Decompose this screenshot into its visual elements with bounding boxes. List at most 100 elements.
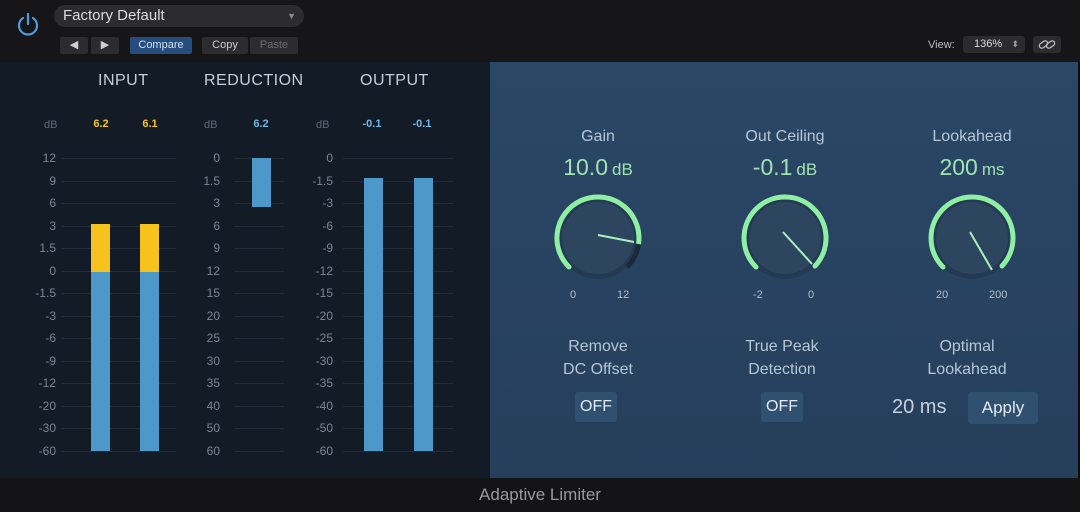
preset-dropdown[interactable]: Factory Default ▼ xyxy=(54,5,304,27)
reduction-peak[interactable]: 6.2 xyxy=(246,118,276,130)
reduction-scale-tick: 3 xyxy=(213,196,220,210)
output-db-unit: dB xyxy=(316,119,330,131)
optimal-label-1: Optimal xyxy=(939,338,995,355)
ceiling-unit: dB xyxy=(796,160,818,179)
compare-button[interactable]: Compare xyxy=(130,37,192,54)
meter-panel: INPUT REDUCTION OUTPUT dB dB dB 6.2 6.1 … xyxy=(0,62,490,478)
reduction-bar xyxy=(252,158,271,207)
output-scale-tick: 0 xyxy=(326,151,333,165)
gain-label: Gain xyxy=(581,128,615,145)
output-scale-tick: -20 xyxy=(315,308,333,323)
reduction-gridline xyxy=(234,270,284,272)
output-gridline xyxy=(343,158,453,159)
output-gridline xyxy=(343,180,453,182)
zoom-stepper[interactable]: 136% ⬍ xyxy=(963,36,1025,53)
lookahead-min: 20 xyxy=(936,289,949,301)
input-peak-left[interactable]: 6.2 xyxy=(86,118,116,130)
lookahead-max: 200 xyxy=(989,289,1008,301)
output-peak-right[interactable]: -0.1 xyxy=(407,118,437,130)
output-scale-tick: -35 xyxy=(315,376,333,390)
ceiling-min: -2 xyxy=(753,289,763,301)
reduction-gridline xyxy=(234,225,284,227)
power-icon[interactable] xyxy=(14,10,42,38)
controls-panel: Gain 10.0 dB 0 12 Out Ceiling -0.1 dB -2 0… xyxy=(490,62,1078,478)
reduction-gridline xyxy=(234,450,284,452)
input-peak-right[interactable]: 6.1 xyxy=(135,118,165,130)
copy-button[interactable]: Copy xyxy=(202,37,248,54)
reduction-scale-tick: 0 xyxy=(213,151,220,165)
reduction-scale-tick: 12 xyxy=(206,263,220,278)
output-gridline xyxy=(343,450,453,452)
output-scale-tick: -40 xyxy=(315,398,333,413)
gain-knob[interactable] xyxy=(548,188,648,288)
input-meter-title: INPUT xyxy=(98,72,149,89)
input-scale-tick: 12 xyxy=(42,151,56,165)
output-gridline xyxy=(343,428,453,429)
gain-value-display: 10.0 dB xyxy=(518,154,678,181)
output-scale-tick: -1.5 xyxy=(312,173,333,188)
output-gridline xyxy=(343,248,453,249)
input-scale-tick: -3 xyxy=(45,308,56,323)
input-scale-tick: 0 xyxy=(49,263,56,278)
output-peak-left[interactable]: -0.1 xyxy=(357,118,387,130)
ceiling-value-display: -0.1 dB xyxy=(705,154,865,181)
reduction-gridline xyxy=(234,360,284,362)
reduction-db-unit: dB xyxy=(204,119,218,131)
input-scale-tick: -20 xyxy=(38,398,56,413)
lookahead-label: Lookahead xyxy=(932,128,1012,145)
output-scale-tick: -6 xyxy=(322,218,333,233)
gain-max: 12 xyxy=(617,289,630,301)
reduction-gridline xyxy=(234,293,284,294)
gain-value: 10.0 xyxy=(563,154,608,180)
output-gridline xyxy=(343,405,453,407)
input-scale-tick: -9 xyxy=(45,353,56,368)
apply-button[interactable]: Apply xyxy=(968,392,1038,424)
input-scale-tick: 6 xyxy=(49,196,56,210)
reduction-scale-tick: 30 xyxy=(206,353,220,368)
reduction-scale-tick: 50 xyxy=(206,421,220,435)
prev-arrow-icon[interactable]: ◀ xyxy=(60,37,88,54)
reduction-scale-tick: 25 xyxy=(206,331,220,345)
next-arrow-icon[interactable]: ▶ xyxy=(91,37,119,54)
input-db-unit: dB xyxy=(44,119,58,131)
gain-min: 0 xyxy=(570,289,577,301)
output-gridline xyxy=(343,270,453,272)
true-peak-toggle[interactable]: OFF xyxy=(761,392,803,422)
ceiling-max: 0 xyxy=(808,289,815,301)
output-gridline xyxy=(343,360,453,362)
dc-offset-label-1: Remove xyxy=(568,338,628,355)
view-label: View: xyxy=(928,39,955,51)
output-scale-tick: -30 xyxy=(315,353,333,368)
output-scale-tick: -3 xyxy=(322,196,333,210)
paste-button[interactable]: Paste xyxy=(250,37,298,54)
output-scale-tick: -9 xyxy=(322,241,333,255)
reduction-meter-title: REDUCTION xyxy=(204,72,304,89)
output-scale-tick: -12 xyxy=(315,263,333,278)
input-scale-tick: 3 xyxy=(49,218,56,233)
link-icon[interactable] xyxy=(1033,36,1061,53)
reduction-scale-tick: 20 xyxy=(206,308,220,323)
output-right-bar xyxy=(414,178,433,451)
lookahead-knob[interactable] xyxy=(922,188,1022,288)
output-scale-tick: -60 xyxy=(315,443,333,458)
chevron-down-icon: ▼ xyxy=(287,11,296,21)
lookahead-unit: ms xyxy=(981,160,1005,179)
reduction-scale-tick: 15 xyxy=(206,286,220,300)
reduction-scale-tick: 9 xyxy=(213,241,220,255)
input-scale-tick: -60 xyxy=(38,443,56,458)
output-gridline xyxy=(343,225,453,227)
output-gridline xyxy=(343,203,453,204)
reduction-gridline xyxy=(234,383,284,384)
input-right-over-bar xyxy=(140,224,159,272)
output-scale-tick: -50 xyxy=(315,421,333,435)
ceiling-knob[interactable] xyxy=(735,188,835,288)
output-meter-title: OUTPUT xyxy=(360,72,429,89)
input-scale-tick: 1.5 xyxy=(39,241,56,255)
input-scale-tick: 9 xyxy=(49,173,56,188)
input-gridline xyxy=(62,203,176,204)
true-peak-label-1: True Peak xyxy=(745,338,819,355)
dc-offset-toggle[interactable]: OFF xyxy=(575,392,617,422)
output-gridline xyxy=(343,315,453,317)
input-left-over-bar xyxy=(91,224,110,272)
input-left-bar xyxy=(91,272,110,451)
